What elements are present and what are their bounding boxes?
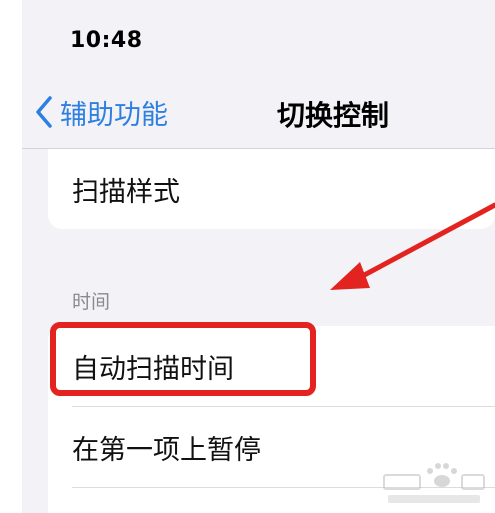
annotation-arrow-icon <box>330 202 495 290</box>
watermark-logo <box>378 457 488 507</box>
